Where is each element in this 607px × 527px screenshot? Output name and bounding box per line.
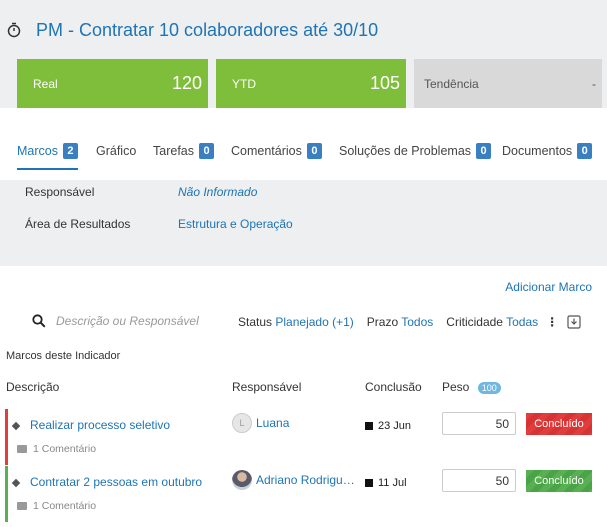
- tab-label: Gráfico: [96, 144, 137, 158]
- kpi-real-label: Real: [33, 76, 58, 91]
- area-row: Área de Resultados Estrutura e Operação: [25, 216, 293, 232]
- criticidade-filter-value[interactable]: Todas: [506, 315, 538, 329]
- tab-label: Tarefas: [153, 144, 194, 158]
- owner-name-link[interactable]: Luana: [256, 416, 289, 430]
- add-milestone-link[interactable]: Adicionar Marco: [505, 280, 592, 294]
- title-row: PM - Contratar 10 colaboradores até 30/1…: [6, 18, 378, 42]
- kpi-trend-value: -: [592, 76, 596, 91]
- conclusion-date-value: 11 Jul: [378, 477, 407, 489]
- tab-label: Soluções de Problemas: [339, 144, 472, 158]
- tab-label: Marcos: [17, 144, 58, 158]
- responsavel-row: Responsável Não Informado: [25, 184, 257, 200]
- status-filter-value[interactable]: Planejado (+1): [275, 315, 353, 329]
- comment-icon: [17, 502, 27, 510]
- milestone-description-link[interactable]: Realizar processo seletivo: [30, 418, 170, 432]
- tab-count-badge: 0: [306, 143, 322, 159]
- status-badge[interactable]: Concluído: [526, 470, 592, 492]
- tab-grafico[interactable]: Gráfico: [96, 140, 136, 162]
- column-header-descricao: Descrição: [6, 380, 60, 394]
- more-options-icon[interactable]: ⋮: [546, 315, 558, 329]
- diamond-icon: [11, 478, 21, 488]
- avatar: [232, 470, 252, 490]
- tab-solucoes-de-problemas[interactable]: Soluções de Problemas 0: [339, 140, 492, 162]
- search-box[interactable]: Descrição ou Responsável: [32, 314, 199, 328]
- comment-icon: [17, 445, 27, 453]
- table-row[interactable]: Realizar processo seletivo 1 Comentário …: [0, 409, 607, 465]
- tab-label: Documentos: [502, 144, 573, 158]
- row-status-bar: [5, 409, 8, 465]
- calendar-square-icon: [365, 422, 373, 430]
- owner-name-link[interactable]: Adriano Rodrigu…: [256, 473, 355, 487]
- row-status-bar: [5, 466, 8, 522]
- owner[interactable]: L Luana: [232, 413, 289, 433]
- filter-bar: Status Planejado (+1) Prazo Todos Critic…: [238, 315, 581, 329]
- status-filter-label: Status: [238, 315, 273, 329]
- kpi-ytd-label: YTD: [232, 76, 256, 91]
- comment-count[interactable]: 1 Comentário: [17, 500, 96, 512]
- kpi-ytd-value: 105: [369, 73, 400, 93]
- criticidade-filter-label: Criticidade: [446, 315, 503, 329]
- calendar-square-icon: [365, 479, 373, 487]
- column-header-conclusao: Conclusão: [365, 380, 422, 394]
- conclusion-date: 23 Jun: [365, 420, 411, 432]
- responsavel-label: Responsável: [25, 185, 95, 199]
- tab-count-badge: 0: [577, 143, 593, 159]
- table-row[interactable]: Contratar 2 pessoas em outubro 1 Comentá…: [0, 466, 607, 522]
- kpi-trend-label: Tendência: [424, 76, 479, 91]
- search-icon: [32, 314, 46, 328]
- kpi-real-value: 120: [171, 73, 202, 93]
- export-icon[interactable]: [567, 315, 581, 329]
- search-input[interactable]: Descrição ou Responsável: [56, 314, 199, 328]
- tab-marcos[interactable]: Marcos 2: [17, 140, 78, 170]
- tab-comentarios[interactable]: Comentários 0: [231, 140, 322, 162]
- column-header-responsavel: Responsável: [232, 380, 302, 394]
- prazo-filter-value[interactable]: Todos: [401, 315, 433, 329]
- peso-total-badge: 100: [477, 382, 501, 394]
- tab-count-badge: 2: [62, 143, 78, 159]
- page-title: PM - Contratar 10 colaboradores até 30/1…: [36, 19, 379, 40]
- comment-count-label: 1 Comentário: [33, 500, 97, 512]
- milestone-description-link[interactable]: Contratar 2 pessoas em outubro: [30, 475, 202, 489]
- tab-documentos[interactable]: Documentos 0: [502, 140, 593, 162]
- tab-tarefas[interactable]: Tarefas 0: [153, 140, 214, 162]
- tab-label: Comentários: [231, 144, 302, 158]
- kpi-trend: Tendência -: [414, 59, 602, 108]
- section-title: Marcos deste Indicador: [6, 350, 121, 362]
- area-label: Área de Resultados: [25, 217, 131, 231]
- owner[interactable]: Adriano Rodrigu…: [232, 470, 355, 490]
- column-header-peso: Peso 100: [442, 380, 501, 394]
- conclusion-date-value: 23 Jun: [378, 420, 412, 432]
- avatar: L: [232, 413, 252, 433]
- responsavel-link[interactable]: Não Informado: [178, 185, 257, 199]
- prazo-filter[interactable]: Prazo Todos: [367, 315, 434, 329]
- tab-count-badge: 0: [476, 143, 492, 159]
- weight-input[interactable]: 50: [442, 412, 516, 435]
- kpi-real: Real 120: [17, 59, 208, 108]
- status-filter[interactable]: Status Planejado (+1): [238, 315, 354, 329]
- tab-count-badge: 0: [199, 143, 214, 159]
- tab-bar: Marcos 2 Gráfico Tarefas 0 Comentários 0…: [0, 108, 607, 180]
- indicator-info-panel: Responsável Não Informado Área de Result…: [0, 180, 607, 266]
- milestones-panel: Adicionar Marco Descrição ou Responsável…: [0, 266, 607, 527]
- conclusion-date: 11 Jul: [365, 477, 407, 489]
- comment-count-label: 1 Comentário: [33, 443, 97, 455]
- criticidade-filter[interactable]: Criticidade Todas: [446, 315, 538, 329]
- status-badge[interactable]: Concluído: [526, 413, 592, 435]
- weight-input[interactable]: 50: [442, 469, 516, 492]
- peso-label: Peso: [442, 380, 470, 394]
- stopwatch-icon: [7, 22, 21, 38]
- prazo-filter-label: Prazo: [366, 315, 399, 329]
- kpi-ytd: YTD 105: [216, 59, 406, 108]
- comment-count[interactable]: 1 Comentário: [17, 443, 96, 455]
- diamond-icon: [11, 421, 21, 431]
- area-link[interactable]: Estrutura e Operação: [178, 217, 293, 231]
